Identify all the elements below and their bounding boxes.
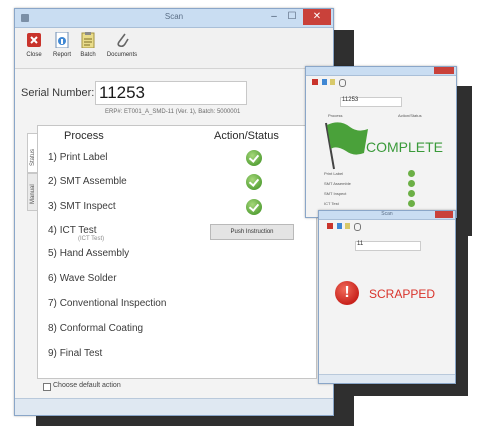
scrapped-status-bar [319,374,455,383]
serial-details: ERP#: ET001_A_SMD-11 (Ver. 1), Batch: 50… [105,109,241,115]
close-label: Close [26,52,42,58]
close-icon [327,223,333,229]
scrapped-status-text: SCRAPPED [369,287,436,301]
default-action-checkbox[interactable] [43,383,51,391]
complete-row: SMT Assemble [324,181,351,186]
scrapped-window: Scan 11 ! SCRAPPED [318,210,456,384]
complete-serial-value: 11253 [342,97,359,103]
complete-row: ICT Test [324,201,339,206]
paperclip-icon [115,32,129,48]
complete-status-text: COMPLETE [366,139,444,155]
scrapped-serial-value: 11 [357,241,364,247]
process-row-3: 3) SMT Inspect [48,201,116,212]
batch-icon [81,32,95,49]
close-window-button[interactable]: ✕ [303,9,331,25]
batch-icon [330,79,335,85]
process-row-9: 9) Final Test [48,348,103,359]
report-button[interactable]: Report [49,31,75,58]
complete-title-bar [306,67,456,76]
complete-action-header: Action/Status [398,113,422,118]
check-icon [408,190,415,197]
main-window: Scan – ☐ ✕ Close Report Batch Documents … [14,8,334,416]
documents-label: Documents [106,52,138,58]
process-row-4-note: (ICT Test) [78,236,105,242]
paperclip-icon [354,223,361,231]
tab-status-label: Status [30,148,36,166]
scrapped-serial-input[interactable] [355,241,421,251]
complete-close-button[interactable] [434,67,454,74]
tab-manual-label: Manual [30,184,36,204]
flag-icon [320,119,370,176]
process-row-2: 2) SMT Assemble [48,176,127,187]
process-row-4: 4) ICT Test [48,225,97,236]
batch-label: Batch [80,52,96,58]
scrapped-toolbar [327,223,367,237]
check-icon [246,174,262,190]
error-icon: ! [335,281,359,305]
push-instruction-button[interactable]: Push Instruction [210,224,294,240]
scrapped-title-bar: Scan [319,211,455,220]
serial-number-value: 11253 [99,83,146,102]
action-status-header: Action/Status [214,130,279,142]
complete-row: SMT Inspect [324,191,347,196]
scrapped-close-button[interactable] [435,211,453,218]
report-icon [337,223,342,229]
process-panel: Process Action/Status 1) Print Label 2) … [37,125,317,379]
default-action-label: Choose default action [53,382,121,389]
close-icon [312,79,318,85]
report-label: Report [52,52,71,58]
status-bar [15,398,333,415]
complete-window: 11253 Process Action/Status COMPLETE Pri… [305,66,457,218]
batch-icon [345,223,350,229]
process-header: Process [64,130,104,142]
check-icon [246,199,262,215]
check-icon [246,150,262,166]
process-row-7: 7) Conventional Inspection [48,298,167,309]
maximize-button[interactable]: ☐ [283,9,301,25]
toolbar: Close Report Batch Documents [15,28,333,69]
process-row-6: 6) Wave Solder [48,273,117,284]
close-icon [27,32,41,48]
paperclip-icon [339,79,346,87]
serial-number-label: Serial Number: [21,87,95,99]
minimize-button[interactable]: – [265,9,283,25]
batch-button[interactable]: Batch [75,32,101,58]
close-button[interactable]: Close [21,32,47,58]
documents-button[interactable]: Documents [105,32,139,58]
process-row-5: 5) Hand Assembly [48,248,130,259]
report-icon [322,79,327,85]
check-icon [408,180,415,187]
complete-toolbar [312,79,352,93]
title-bar: Scan – ☐ ✕ [15,9,333,28]
check-icon [408,200,415,207]
report-icon [55,31,69,49]
complete-process-header: Process [328,113,343,118]
check-icon [408,170,415,177]
complete-row: Print Label [324,171,344,176]
process-row-1: 1) Print Label [48,152,108,163]
process-row-8: 8) Conformal Coating [48,323,144,334]
